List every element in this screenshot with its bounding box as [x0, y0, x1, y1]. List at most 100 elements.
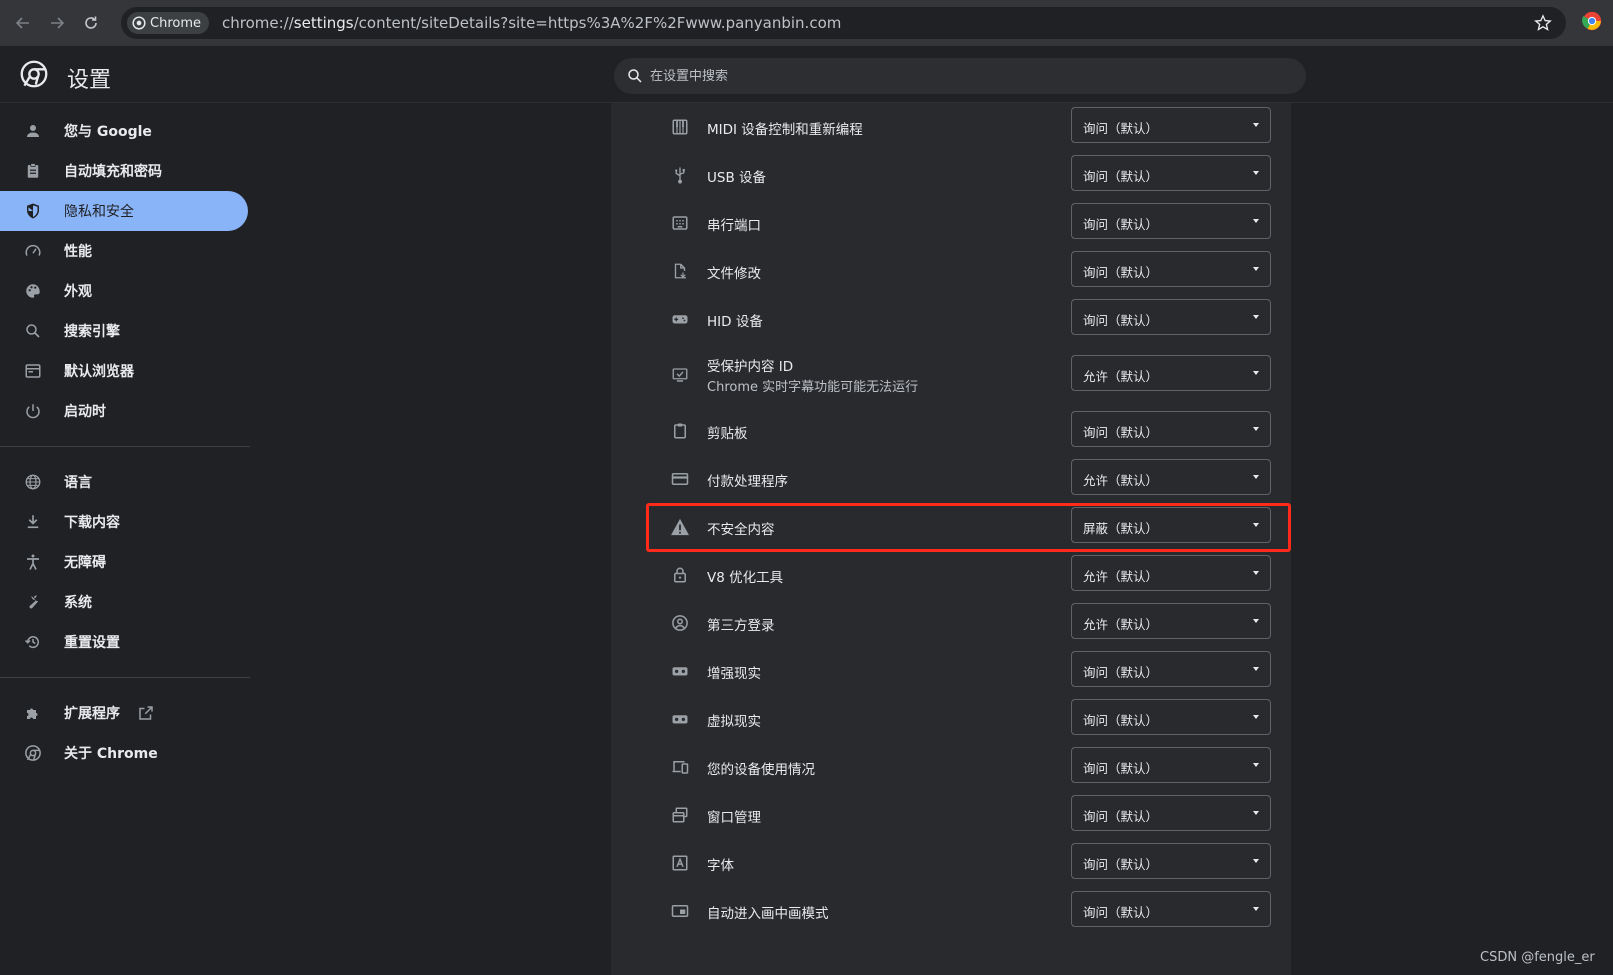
speedometer-icon: [23, 241, 43, 261]
permission-row-file-edit: 文件修改 询问（默认）: [611, 247, 1291, 295]
permission-select[interactable]: 询问（默认）: [1071, 299, 1271, 335]
permission-label: MIDI 设备控制和重新编程: [707, 122, 863, 138]
permission-row-third-party-signin: 第三方登录 允许（默认）: [611, 599, 1291, 647]
sidebar-divider: [0, 677, 250, 678]
sidebar-nav: 您与 Google 自动填充和密码 隐私和安全 性能 外观 搜索引擎 默认浏览器…: [0, 111, 250, 773]
dropdown-caret-icon: [1253, 475, 1259, 479]
permission-select[interactable]: 允许（默认）: [1071, 603, 1271, 639]
permission-select[interactable]: 允许（默认）: [1071, 555, 1271, 591]
accessibility-icon: [23, 552, 43, 572]
settings-search[interactable]: [614, 58, 1306, 94]
sidebar-item-downloads[interactable]: 下载内容: [0, 502, 250, 542]
dropdown-caret-icon: [1253, 907, 1259, 911]
piano-icon: [670, 117, 690, 137]
permission-select[interactable]: 询问（默认）: [1071, 411, 1271, 447]
permission-row-vr: 虚拟现实 询问（默认）: [611, 695, 1291, 743]
permission-label: 虚拟现实: [707, 714, 761, 730]
sidebar-item-languages[interactable]: 语言: [0, 462, 250, 502]
search-icon: [23, 321, 43, 341]
dropdown-caret-icon: [1253, 267, 1259, 271]
clipboard-icon: [670, 421, 690, 441]
permission-label: HID 设备: [707, 314, 763, 330]
browser-icon: [23, 361, 43, 381]
devices-icon: [670, 757, 690, 777]
sidebar-item-appearance[interactable]: 外观: [0, 271, 250, 311]
back-button[interactable]: [6, 6, 40, 40]
select-value: 询问（默认）: [1083, 425, 1159, 440]
permission-label: 串行端口: [707, 218, 761, 234]
vr-headset-icon: [670, 661, 690, 681]
sidebar-item-label: 无障碍: [64, 555, 106, 571]
forward-button[interactable]: [40, 6, 74, 40]
permission-select[interactable]: 询问（默认）: [1071, 843, 1271, 879]
sidebar-item-label: 下载内容: [64, 515, 120, 531]
sidebar-item-label: 默认浏览器: [64, 364, 134, 380]
permission-select[interactable]: 允许（默认）: [1071, 355, 1271, 391]
browser-toolbar: Chrome chrome://settings/content/siteDet…: [0, 0, 1613, 46]
bookmark-star-icon[interactable]: [1532, 12, 1554, 34]
permission-row-device-use: 您的设备使用情况 询问（默认）: [611, 743, 1291, 791]
chrome-icon: [132, 16, 146, 30]
select-value: 允许（默认）: [1083, 569, 1159, 584]
url-text[interactable]: chrome://settings/content/siteDetails?si…: [222, 14, 841, 32]
sidebar-item-extensions[interactable]: 扩展程序: [0, 693, 250, 733]
dropdown-caret-icon: [1253, 171, 1259, 175]
sidebar-item-label: 隐私和安全: [64, 204, 134, 220]
permission-select[interactable]: 询问（默认）: [1071, 747, 1271, 783]
permission-select[interactable]: 屏蔽（默认）: [1071, 507, 1271, 543]
sidebar-item-system[interactable]: 系统: [0, 582, 250, 622]
permission-select[interactable]: 询问（默认）: [1071, 203, 1271, 239]
permission-select[interactable]: 询问（默认）: [1071, 107, 1271, 143]
url-host: settings: [293, 14, 354, 32]
sidebar-item-label: 语言: [64, 475, 92, 491]
search-input[interactable]: [650, 68, 1290, 84]
chrome-logo-icon: [20, 60, 48, 88]
permission-select[interactable]: 询问（默认）: [1071, 795, 1271, 831]
credit-card-icon: [670, 469, 690, 489]
sidebar-item-privacy[interactable]: 隐私和安全: [0, 191, 248, 231]
select-value: 询问（默认）: [1083, 857, 1159, 872]
permission-row-serial: 串行端口 询问（默认）: [611, 199, 1291, 247]
shield-icon: [23, 201, 43, 221]
permission-select[interactable]: 询问（默认）: [1071, 891, 1271, 927]
warning-icon: [670, 517, 690, 537]
sidebar-item-autofill[interactable]: 自动填充和密码: [0, 151, 250, 191]
permission-select[interactable]: 允许（默认）: [1071, 459, 1271, 495]
dropdown-caret-icon: [1253, 763, 1259, 767]
sidebar-item-you-and-google[interactable]: 您与 Google: [0, 111, 250, 151]
permission-row-payment-handlers: 付款处理程序 允许（默认）: [611, 455, 1291, 503]
sidebar-item-on-startup[interactable]: 启动时: [0, 391, 250, 431]
select-value: 询问（默认）: [1083, 905, 1159, 920]
chrome-profile-icon[interactable]: [1582, 11, 1606, 35]
sidebar-item-accessibility[interactable]: 无障碍: [0, 542, 250, 582]
search-icon: [628, 69, 642, 83]
dropdown-caret-icon: [1253, 523, 1259, 527]
select-value: 屏蔽（默认）: [1083, 521, 1159, 536]
select-value: 询问（默认）: [1083, 713, 1159, 728]
address-bar[interactable]: Chrome chrome://settings/content/siteDet…: [121, 7, 1566, 39]
chrome-icon: [23, 743, 43, 763]
permission-select[interactable]: 询问（默认）: [1071, 155, 1271, 191]
sidebar-item-search-engine[interactable]: 搜索引擎: [0, 311, 250, 351]
site-info-chip[interactable]: Chrome: [127, 12, 209, 34]
permission-label: 自动进入画中画模式: [707, 906, 829, 922]
select-value: 允许（默认）: [1083, 369, 1159, 384]
permission-select[interactable]: 询问（默认）: [1071, 251, 1271, 287]
sidebar-item-about-chrome[interactable]: 关于 Chrome: [0, 733, 250, 773]
select-value: 询问（默认）: [1083, 217, 1159, 232]
reload-button[interactable]: [74, 6, 108, 40]
dropdown-caret-icon: [1253, 315, 1259, 319]
permission-row-usb: USB 设备 询问（默认）: [611, 151, 1291, 199]
permission-select[interactable]: 询问（默认）: [1071, 699, 1271, 735]
select-value: 允许（默认）: [1083, 617, 1159, 632]
power-icon: [23, 401, 43, 421]
permission-select[interactable]: 询问（默认）: [1071, 651, 1271, 687]
permission-row-window-management: 窗口管理 询问（默认）: [611, 791, 1291, 839]
select-value: 询问（默认）: [1083, 313, 1159, 328]
sidebar-item-performance[interactable]: 性能: [0, 231, 250, 271]
sidebar-item-reset[interactable]: 重置设置: [0, 622, 250, 662]
sidebar-item-default-browser[interactable]: 默认浏览器: [0, 351, 250, 391]
dropdown-caret-icon: [1253, 859, 1259, 863]
usb-icon: [670, 165, 690, 185]
permission-label: 受保护内容 ID: [707, 359, 794, 375]
